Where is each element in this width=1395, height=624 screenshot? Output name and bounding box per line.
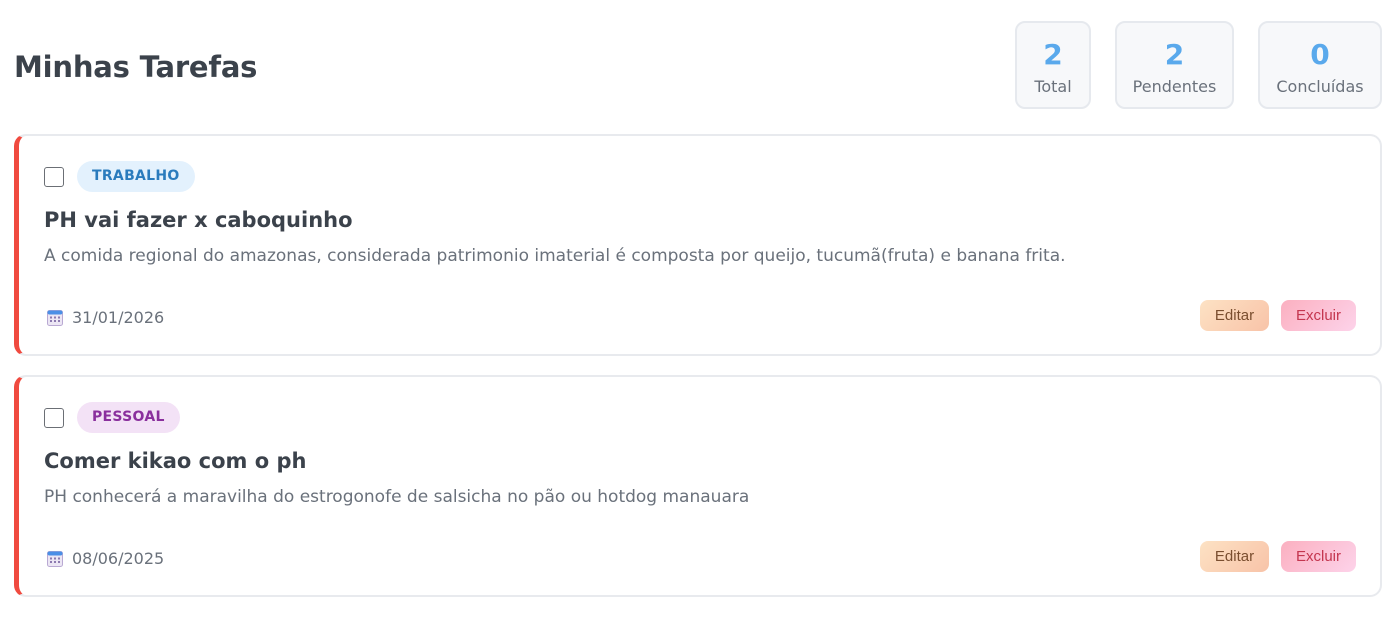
task-complete-checkbox[interactable] — [44, 167, 64, 187]
stat-total-value: 2 — [1043, 38, 1063, 71]
task-description: A comida regional do amazonas, considera… — [44, 246, 1066, 266]
calendar-icon — [47, 310, 63, 326]
stat-done-value: 0 — [1310, 38, 1330, 71]
stat-total-label: Total — [1034, 77, 1072, 96]
edit-button[interactable]: Editar — [1200, 300, 1269, 331]
task-title: Comer kikao com o ph — [44, 449, 307, 473]
stat-pending-value: 2 — [1164, 38, 1185, 71]
stat-pending-label: Pendentes — [1132, 77, 1217, 96]
category-badge: TRABALHO — [77, 161, 195, 192]
task-complete-checkbox[interactable] — [44, 408, 64, 428]
page-title: Minhas Tarefas — [14, 50, 258, 84]
edit-button[interactable]: Editar — [1200, 541, 1269, 572]
task-card: PESSOAL Comer kikao com o ph PH conhecer… — [14, 375, 1382, 597]
task-date: 08/06/2025 — [72, 549, 165, 568]
task-description: PH conhecerá a maravilha do estrogonofe … — [44, 487, 750, 507]
stat-done: 0 Concluídas — [1258, 21, 1382, 109]
delete-button[interactable]: Excluir — [1281, 300, 1356, 331]
task-date: 31/01/2026 — [72, 308, 165, 327]
stat-done-label: Concluídas — [1276, 77, 1364, 96]
calendar-icon — [47, 551, 63, 567]
task-card: TRABALHO PH vai fazer x caboquinho A com… — [14, 134, 1382, 356]
category-badge: PESSOAL — [77, 402, 180, 433]
delete-button[interactable]: Excluir — [1281, 541, 1356, 572]
stat-total: 2 Total — [1015, 21, 1091, 109]
task-title: PH vai fazer x caboquinho — [44, 208, 353, 232]
stat-pending: 2 Pendentes — [1115, 21, 1234, 109]
